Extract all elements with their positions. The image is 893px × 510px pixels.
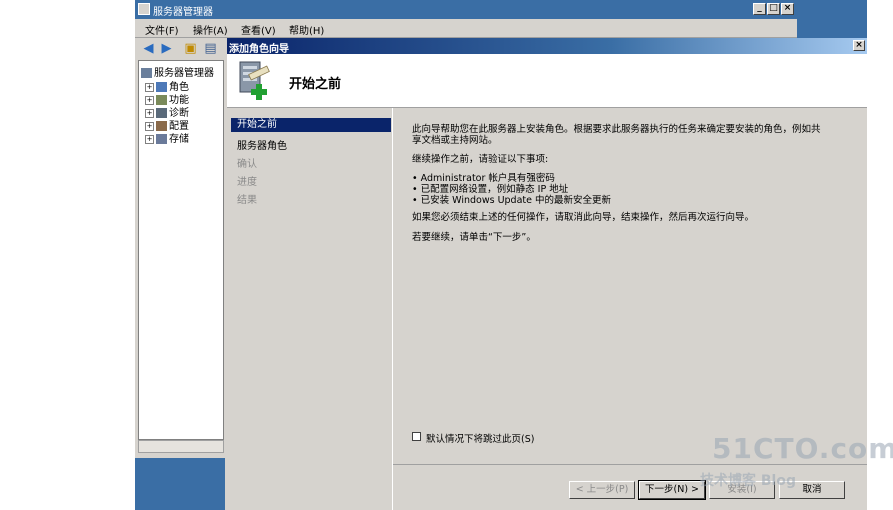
tree-item-label: 存储 (169, 134, 189, 145)
maximize-button[interactable]: □ (767, 3, 780, 15)
close-button[interactable]: × (781, 3, 794, 15)
menu-help[interactable]: 帮助(H) (289, 22, 324, 37)
wizard-header: 开始之前 (227, 54, 867, 108)
skip-page-checkbox[interactable] (412, 432, 421, 441)
nav-item-results: 结果 (237, 195, 257, 206)
intro-text-line1: 此向导帮助您在此服务器上安装角色。根据要求此服务器执行的任务来确定要安装的角色，… (412, 124, 821, 135)
expand-icon[interactable]: + (145, 134, 154, 144)
wizard-nav: 开始之前 服务器角色 确认 进度 结果 (227, 108, 393, 510)
server-icon (141, 68, 152, 78)
verify-text: 继续操作之前，请验证以下事项: (412, 154, 549, 165)
tree-item-storage[interactable]: + 存储 (145, 130, 189, 145)
previous-button[interactable]: < 上一步(P) (569, 481, 635, 499)
bullet-item: • 已安装 Windows Update 中的最新安全更新 (412, 195, 611, 206)
page-title: 开始之前 (289, 77, 342, 92)
nav-item-before-you-begin[interactable]: 开始之前 (231, 118, 391, 132)
cancel-note-text: 如果您必须结束上述的任何操作，请取消此向导，结束操作，然后再次运行向导。 (412, 212, 755, 223)
add-role-icon (239, 61, 270, 100)
desktop-background (797, 0, 867, 40)
console-tree: 服务器管理器 + 角色 + 功能 + 诊断 + 配置 + 存储 (138, 60, 224, 440)
continue-text: 若要继续，请单击“下一步”。 (412, 232, 536, 243)
nav-item-confirmation: 确认 (237, 159, 257, 170)
skip-page-label[interactable]: 默认情况下将跳过此页(S) (426, 431, 534, 445)
forward-arrow-icon[interactable]: ▶ (159, 41, 174, 56)
back-arrow-icon[interactable]: ◀ (141, 41, 156, 56)
wizard-title: 添加角色向导 (229, 44, 289, 55)
bullet-item: • Administrator 帐户具有强密码 (412, 173, 555, 184)
watermark-line2: 技术博客 Blog (700, 473, 796, 489)
wizard-titlebar[interactable]: 添加角色向导 × (227, 38, 867, 55)
minimize-button[interactable]: _ (753, 3, 766, 15)
menu-view[interactable]: 查看(V) (241, 22, 276, 37)
intro-text-line2: 享文档或主持网站。 (412, 135, 498, 146)
menu-file[interactable]: 文件(F) (145, 22, 179, 37)
bullet-item: • 已配置网络设置，例如静态 IP 地址 (412, 184, 569, 195)
next-button[interactable]: 下一步(N) > (638, 480, 706, 500)
menu-bar: 文件(F) 操作(A) 查看(V) 帮助(H) (135, 19, 797, 38)
wizard-close-button[interactable]: × (853, 40, 865, 51)
watermark: 51CTO.com 技术博客 Blog (700, 432, 893, 502)
toolbar: ◀ ▶ ▣ ▤ (135, 38, 227, 60)
server-manager-titlebar[interactable]: 服务器管理器 _ □ × (135, 0, 797, 19)
menu-action[interactable]: 操作(A) (193, 22, 228, 37)
nav-item-progress: 进度 (237, 177, 257, 188)
desktop-background-bottom (135, 458, 225, 510)
watermark-line1: 51CTO.com (712, 432, 893, 465)
horizontal-scrollbar[interactable] (138, 440, 224, 453)
nav-item-server-roles[interactable]: 服务器角色 (237, 137, 287, 152)
tree-root[interactable]: 服务器管理器 (141, 64, 214, 79)
folder-up-icon[interactable]: ▣ (183, 41, 198, 56)
window-title: 服务器管理器 (153, 7, 213, 18)
console-tree-icon[interactable]: ▤ (203, 41, 218, 56)
storage-icon (156, 134, 167, 144)
wizard-content: 此向导帮助您在此服务器上安装角色。根据要求此服务器执行的任务来确定要安装的角色，… (393, 108, 867, 464)
app-icon (138, 3, 150, 15)
